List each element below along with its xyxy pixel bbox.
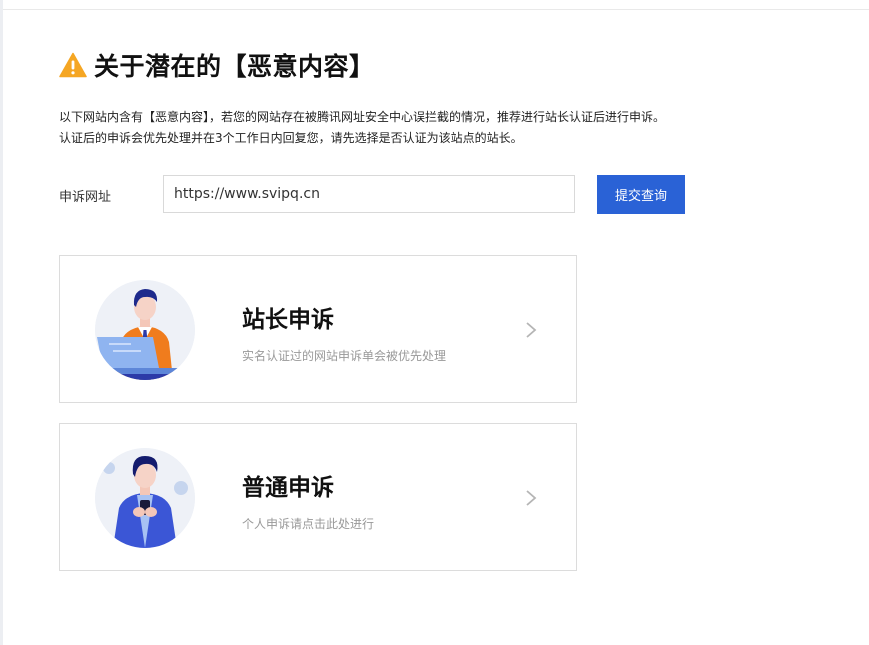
- description: 以下网站内含有【恶意内容】，若您的网站存在被腾讯网址安全中心误拦截的情况，推荐进…: [59, 107, 819, 149]
- chevron-right-icon: [526, 322, 537, 338]
- chevron-right-icon: [526, 490, 537, 506]
- webmaster-appeal-title: 站长申诉: [242, 307, 334, 333]
- description-line-1: 以下网站内含有【恶意内容】，若您的网站存在被腾讯网址安全中心误拦截的情况，推荐进…: [59, 110, 666, 124]
- top-bar: [0, 0, 869, 10]
- description-line-2: 认证后的申诉会优先处理并在3个工作日内回复您，请先选择是否认证为该站点的站长。: [59, 131, 523, 145]
- page-title: 关于潜在的【恶意内容】: [59, 48, 375, 82]
- webmaster-appeal-card[interactable]: 站长申诉 实名认证过的网站申诉单会被优先处理: [59, 255, 577, 403]
- page-title-text: 关于潜在的【恶意内容】: [94, 52, 375, 81]
- personal-appeal-title: 普通申诉: [242, 475, 334, 501]
- appeal-url-input[interactable]: [163, 175, 575, 213]
- submit-query-button[interactable]: 提交查询: [597, 175, 685, 214]
- appeal-url-label: 申诉网址: [59, 190, 112, 205]
- webmaster-avatar-icon: [95, 280, 195, 380]
- personal-avatar-icon: [95, 448, 195, 548]
- personal-appeal-card[interactable]: 普通申诉 个人申诉请点击此处进行: [59, 423, 577, 571]
- personal-appeal-subtitle: 个人申诉请点击此处进行: [242, 517, 375, 531]
- warning-triangle-icon: [59, 52, 87, 78]
- webmaster-appeal-subtitle: 实名认证过的网站申诉单会被优先处理: [242, 349, 447, 363]
- left-border: [0, 0, 3, 645]
